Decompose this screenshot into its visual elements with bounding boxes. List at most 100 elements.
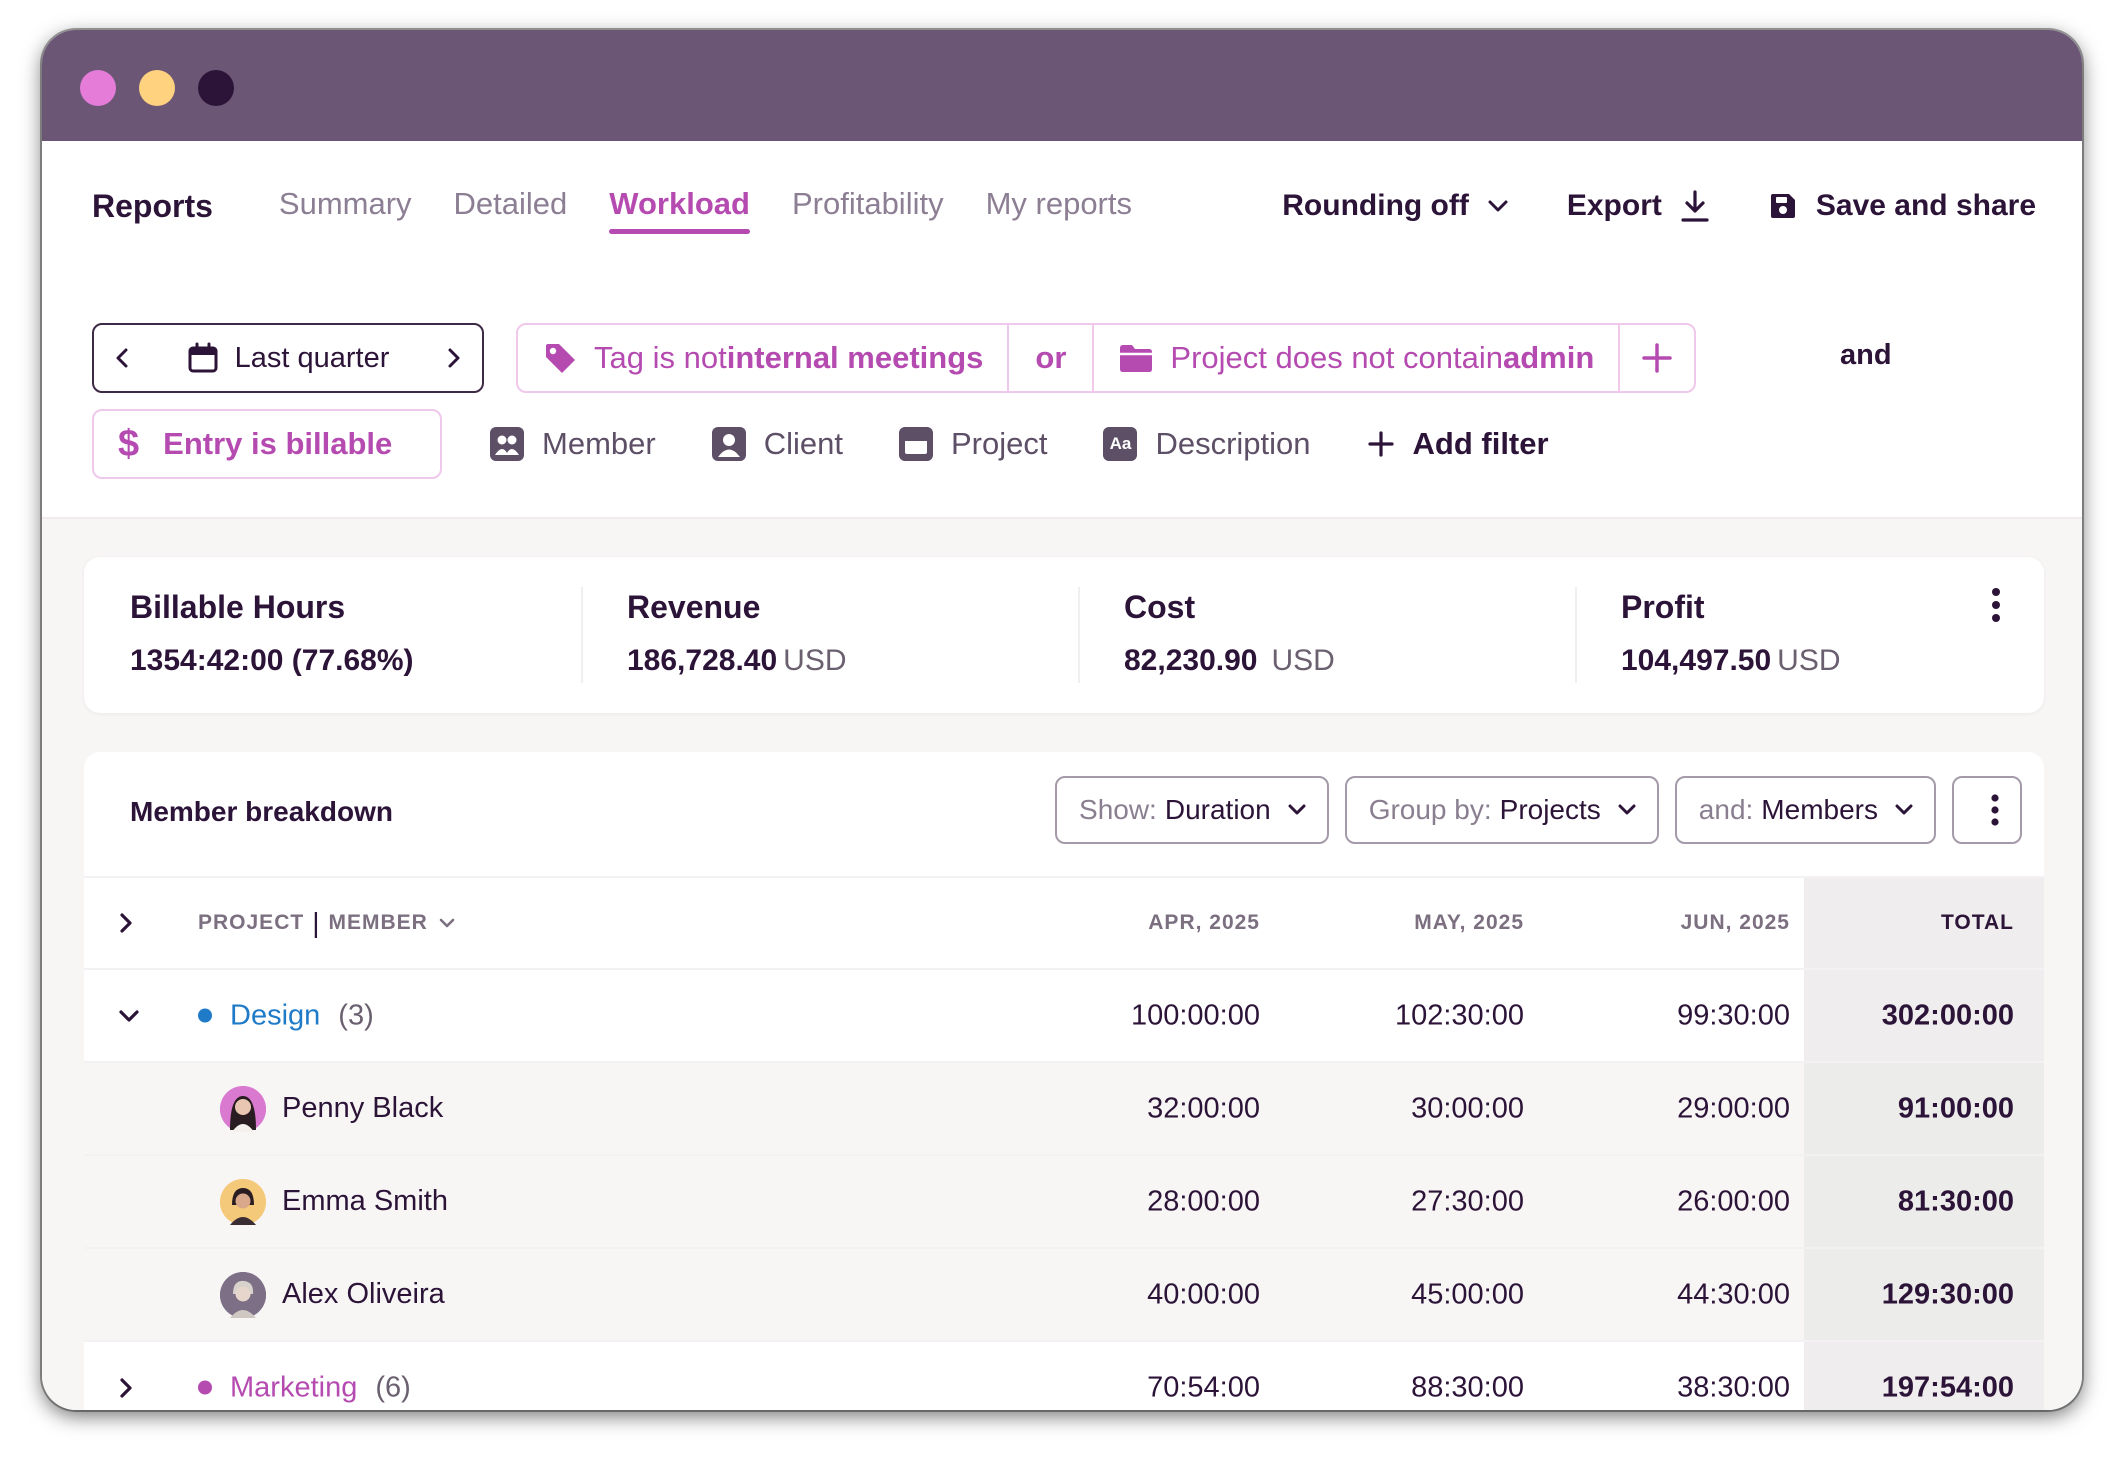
expand-toggle[interactable] <box>118 1377 134 1399</box>
collapse-toggle[interactable] <box>118 1008 140 1024</box>
avatar <box>220 1178 266 1225</box>
save-share-button[interactable]: Save and share <box>1768 189 2036 223</box>
chevron-right-icon[interactable] <box>446 346 462 370</box>
table-row-marketing[interactable]: Marketing (6) 70:54:00 88:30:00 38:30:00… <box>84 1340 2044 1410</box>
avatar <box>220 1271 266 1318</box>
total-cell: 197:54:00 <box>1804 1342 2044 1410</box>
date-range-label: Last quarter <box>234 341 390 374</box>
more-vertical-icon[interactable] <box>1990 587 2002 623</box>
table-row-member[interactable]: Emma Smith 28:00:00 27:30:00 26:00:00 81… <box>84 1154 2044 1247</box>
total-value: 91:00:00 <box>1897 1092 2014 1124</box>
export-label: Export <box>1566 189 1662 222</box>
apr-value: 32:00:00 <box>1147 1092 1260 1124</box>
stat-label: Billable Hours <box>130 589 346 625</box>
column-header-project-member[interactable]: PROJECT | MEMBER <box>198 907 456 939</box>
plus-icon <box>1642 343 1673 373</box>
stat-value: 1354:42:00 (77.68%) <box>130 644 581 678</box>
total-value: 81:30:00 <box>1897 1185 2014 1217</box>
project-filter-chip[interactable]: Project does not contain admin <box>1094 325 1621 391</box>
tab-my-reports[interactable]: My reports <box>986 186 1132 226</box>
may-value: 30:00:00 <box>1411 1092 1524 1124</box>
breakdown-controls: Show: Duration Group by: Projects and: M… <box>1039 776 2022 844</box>
member-name-cell: Alex Oliveira <box>220 1271 445 1318</box>
or-operator[interactable]: or <box>1009 325 1095 391</box>
date-range-picker[interactable]: Last quarter <box>92 323 484 393</box>
member-filter-label: Member <box>542 426 656 461</box>
client-filter-label: Client <box>763 426 843 461</box>
stat-label: Cost <box>1124 589 1196 625</box>
chevron-down-icon <box>119 1009 139 1022</box>
billable-filter-label: Entry is billable <box>163 426 393 461</box>
save-share-label: Save and share <box>1815 189 2036 222</box>
reports-header: Reports Summary Detailed Workload Profit… <box>42 141 2082 519</box>
stat-currency: USD <box>1271 644 1335 677</box>
export-button[interactable]: Export <box>1567 189 1710 223</box>
stat-number: 104,497.50 <box>1621 644 1772 677</box>
date-range-value[interactable]: Last quarter <box>187 341 390 375</box>
chevron-down-icon <box>1895 804 1913 815</box>
billable-filter-chip[interactable]: $ Entry is billable <box>92 409 442 479</box>
member-name: Penny Black <box>282 1092 444 1124</box>
table-row-member[interactable]: Alex Oliveira 40:00:00 45:00:00 44:30:00… <box>84 1247 2044 1340</box>
chevron-right-icon <box>120 1377 132 1398</box>
subgroup-select[interactable]: and: Members <box>1674 776 1936 844</box>
group-by-value: Projects <box>1499 794 1601 825</box>
window-maximize-dot[interactable] <box>198 70 234 106</box>
add-or-condition-button[interactable] <box>1620 325 1694 391</box>
member-name: Alex Oliveira <box>282 1278 445 1310</box>
show-select[interactable]: Show: Duration <box>1055 776 1329 844</box>
report-body: Billable Hours 1354:42:00 (77.68%) Reven… <box>42 519 2082 1410</box>
description-filter-button[interactable]: Aa Description <box>1103 426 1311 462</box>
tag-filter-chip[interactable]: Tag is not internal meetings <box>518 325 1010 391</box>
breakdown-more-button[interactable] <box>1952 776 2022 844</box>
project-name[interactable]: Marketing <box>230 1371 357 1404</box>
quick-filters: Member Client Project Aa Description Add… <box>490 409 1605 479</box>
expand-all-toggle[interactable] <box>118 912 134 934</box>
may-value: 102:30:00 <box>1394 999 1524 1031</box>
total-header-label: TOTAL <box>1940 911 2014 934</box>
jun-value: 44:30:00 <box>1677 1278 1790 1310</box>
reports-nav: Reports Summary Detailed Workload Profit… <box>92 181 1174 234</box>
tab-profitability[interactable]: Profitability <box>792 186 944 226</box>
tab-detailed[interactable]: Detailed <box>454 186 568 226</box>
apr-value: 28:00:00 <box>1147 1185 1260 1217</box>
member-count: (6) <box>375 1371 411 1403</box>
download-icon <box>1681 190 1709 222</box>
rounding-dropdown[interactable]: Rounding off <box>1282 189 1509 223</box>
project-name-cell: Marketing (6) <box>198 1371 411 1404</box>
dollar-icon: $ <box>118 422 140 465</box>
stat-number: 1354:42:00 (77.68%) <box>130 644 414 677</box>
filter-group: Tag is not internal meetings or Project … <box>516 323 1697 393</box>
column-project-label: PROJECT <box>198 911 305 934</box>
stat-number: 82,230.90 <box>1124 644 1258 677</box>
group-by-select[interactable]: Group by: Projects <box>1344 776 1659 844</box>
member-count: (3) <box>338 999 374 1031</box>
member-filter-button[interactable]: Member <box>490 426 656 462</box>
stat-value: 82,230.90 USD <box>1124 644 1575 678</box>
chevron-down-icon <box>439 918 455 928</box>
table-row-design[interactable]: Design (3) 100:00:00 102:30:00 99:30:00 … <box>84 968 2044 1061</box>
project-filter-button[interactable]: Project <box>898 426 1047 462</box>
member-name: Emma Smith <box>282 1185 448 1217</box>
stat-value: 186,728.40 USD <box>627 644 1078 678</box>
tag-filter-prefix: Tag is not <box>594 340 727 375</box>
add-filter-button[interactable]: Add filter <box>1367 426 1549 462</box>
breakdown-title: Member breakdown <box>130 796 393 827</box>
total-cell: 91:00:00 <box>1804 1063 2044 1154</box>
column-header-total: TOTAL <box>1804 878 2044 968</box>
show-select-value: Duration <box>1164 794 1271 825</box>
client-filter-button[interactable]: Client <box>711 426 843 462</box>
project-name[interactable]: Design <box>230 999 320 1032</box>
tab-workload[interactable]: Workload <box>609 186 750 234</box>
chevron-down-icon <box>1488 200 1508 212</box>
column-separator: | <box>312 907 321 938</box>
and-operator[interactable]: and <box>1840 339 1892 372</box>
chevron-down-icon <box>1288 804 1306 815</box>
window-close-dot[interactable] <box>80 70 116 106</box>
tab-summary[interactable]: Summary <box>279 186 412 226</box>
window-minimize-dot[interactable] <box>139 70 175 106</box>
column-header-apr: APR, 2025 <box>1148 911 1260 934</box>
table-row-member[interactable]: Penny Black 32:00:00 30:00:00 29:00:00 9… <box>84 1061 2044 1154</box>
chevron-left-icon[interactable] <box>114 346 130 370</box>
stat-number: 186,728.40 <box>627 644 778 677</box>
